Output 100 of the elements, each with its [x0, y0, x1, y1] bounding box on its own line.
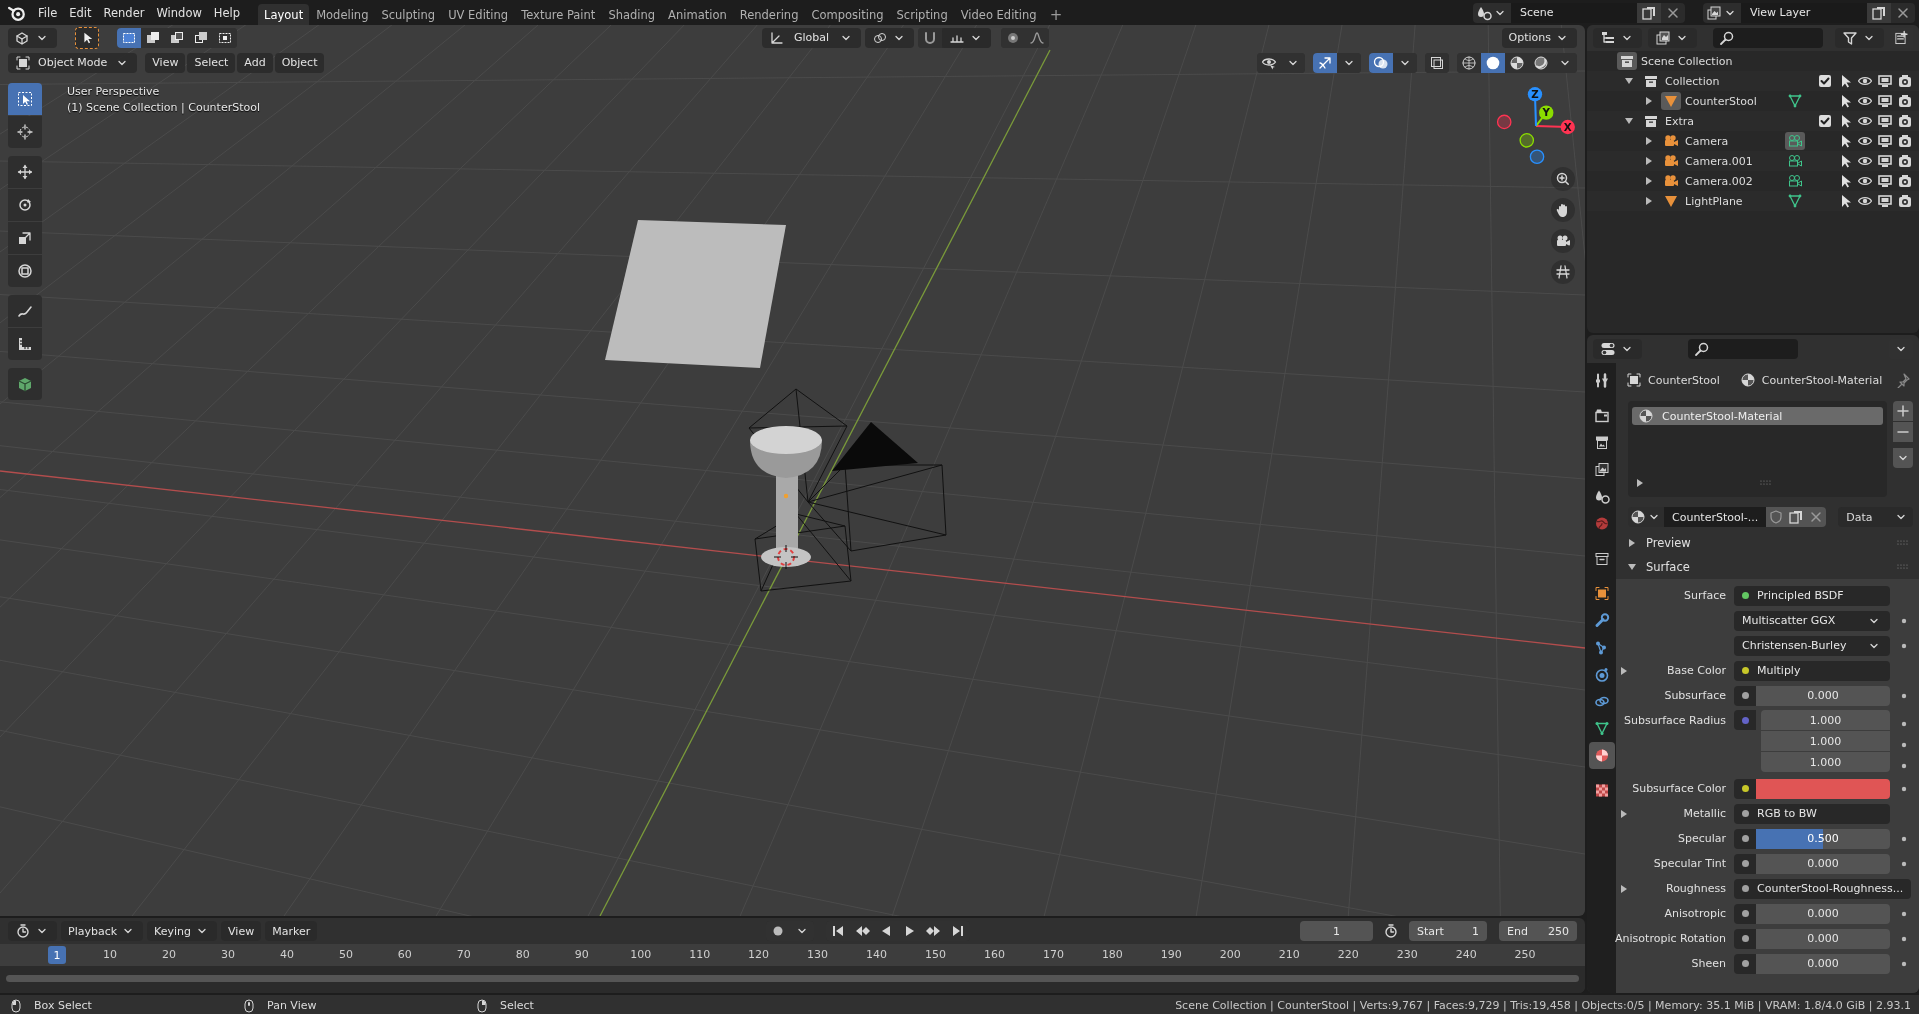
workspace-tab[interactable]: Texture Paint [515, 4, 602, 25]
field-label: Roughness [1666, 882, 1727, 895]
options-dropdown[interactable]: Options [1501, 27, 1577, 48]
outliner-item[interactable]: Camera.001 [1685, 154, 1781, 168]
viewport-info-text: User Perspective [67, 85, 161, 98]
axis-handle[interactable]: Z [1527, 87, 1543, 102]
field-label: Anisotropic Rotation [1615, 932, 1727, 945]
number-field[interactable]: 1.000 [1761, 710, 1890, 730]
menu-dropdown[interactable]: Keying [147, 921, 218, 941]
outliner-item[interactable]: Camera.002 [1685, 174, 1781, 188]
menu-item[interactable]: Select [187, 52, 236, 73]
end-field[interactable]: End 250 [1499, 921, 1577, 941]
workspace-tab[interactable]: Animation [662, 4, 733, 25]
number-field[interactable]: 0.000 [1756, 685, 1890, 706]
outliner-item[interactable]: Extra [1665, 114, 1761, 128]
link-field[interactable]: RGB to BW [1734, 803, 1890, 824]
field-label: Base Color [1667, 664, 1727, 677]
field-label: Surface [1684, 589, 1727, 602]
number-field[interactable]: 0.000 [1756, 928, 1890, 949]
frame-field[interactable]: 1 [1300, 921, 1373, 941]
outliner-item[interactable]: LightPlane [1685, 194, 1781, 208]
field-label: Subsurface [1664, 689, 1727, 702]
number-field[interactable]: 1.000 [1761, 731, 1890, 751]
field-label: Subsurface Radius [1624, 713, 1727, 727]
menu-item[interactable]: File [32, 2, 64, 23]
menu-item[interactable]: Edit [63, 2, 98, 23]
add-tab-button[interactable]: + [1043, 4, 1069, 25]
workspace-tab[interactable]: Video Editing [954, 4, 1043, 25]
outliner-item[interactable]: Scene Collection [1641, 54, 1733, 68]
workspace-tab[interactable]: Sculpting [375, 4, 442, 25]
playhead[interactable]: 1 [48, 946, 66, 964]
frame-label: 230 [1396, 948, 1418, 961]
link-field[interactable]: CounterStool-Roughness... [1734, 878, 1912, 899]
workspace-tab[interactable]: Scripting [890, 4, 954, 25]
menu-dropdown[interactable]: Playback [61, 921, 144, 941]
orientation-dropdown[interactable]: Global [761, 27, 861, 48]
frame-label: 160 [983, 948, 1005, 961]
axis-handle[interactable]: X [1560, 119, 1575, 135]
menu-item[interactable]: Render [97, 2, 151, 23]
number-field[interactable]: 1.000 [1761, 752, 1890, 772]
dropdown[interactable]: Multiscatter GGX [1734, 610, 1890, 631]
mode-dropdown[interactable]: Object Mode [8, 52, 138, 73]
link-dropdown[interactable]: Data [1838, 507, 1913, 527]
frame-label: 190 [1160, 948, 1182, 961]
workspace-tab[interactable]: Compositing [805, 4, 890, 25]
frame-label: 130 [807, 948, 829, 961]
dropdown[interactable]: Christensen-Burley [1734, 635, 1890, 656]
frame-label: 60 [397, 948, 412, 961]
frame-label: 240 [1455, 948, 1477, 961]
hint-text: Select [500, 999, 534, 1012]
frame-label: 40 [279, 948, 294, 961]
frame-label: 80 [515, 948, 530, 961]
frame-label: 200 [1219, 948, 1241, 961]
workspace-tab[interactable]: Layout [258, 4, 310, 25]
workspace-tab[interactable]: Modeling [310, 4, 375, 25]
panel-title[interactable]: Preview [1646, 536, 1691, 550]
panel-title[interactable]: Surface [1646, 560, 1690, 574]
outliner-item[interactable]: CounterStool [1685, 94, 1781, 108]
menu-item[interactable]: Marker [265, 921, 318, 941]
frame-label: 170 [1042, 948, 1064, 961]
frame-label: 50 [338, 948, 353, 961]
frame-label: 120 [748, 948, 770, 961]
menu-item[interactable]: Help [207, 2, 247, 23]
frame-label: 20 [162, 948, 176, 961]
menu-item[interactable]: View [145, 52, 186, 73]
frame-label: 150 [925, 948, 946, 961]
start-field[interactable]: Start 1 [1409, 921, 1487, 941]
frame-label: 180 [1101, 948, 1123, 961]
frame-label: 30 [220, 948, 235, 961]
viewport-info-text: (1) Scene Collection | CounterStool [67, 101, 260, 114]
outliner-item[interactable]: Collection [1665, 74, 1761, 88]
frame-label: 210 [1278, 948, 1300, 961]
link-field[interactable]: Principled BSDF [1734, 585, 1890, 606]
field-label: Anisotropic [1664, 907, 1727, 920]
frame-label: 100 [630, 948, 652, 961]
frame-label: 110 [689, 948, 711, 961]
outliner-item[interactable]: Camera [1685, 134, 1781, 148]
field-label: Specular [1677, 832, 1727, 845]
frame-label: 10 [103, 948, 118, 961]
slider-field[interactable]: 0.500 [1756, 828, 1890, 849]
workspace-tab[interactable]: UV Editing [442, 4, 515, 25]
workspace-tab[interactable]: Rendering [733, 4, 805, 25]
axis-handle[interactable]: Y [1539, 105, 1554, 120]
menu-item[interactable]: Window [150, 2, 208, 23]
menu-item[interactable]: Object [274, 52, 325, 73]
menu-item[interactable]: Add [237, 52, 273, 73]
frame-label: 250 [1514, 948, 1536, 961]
menu-item[interactable]: View [221, 921, 262, 941]
number-field[interactable]: 0.000 [1756, 853, 1890, 874]
frame-label: 140 [866, 948, 888, 961]
breadcrumb-item: CounterStool [1648, 373, 1720, 387]
workspace-tab[interactable]: Shading [602, 4, 662, 25]
material-slot[interactable]: CounterStool-Material [1632, 407, 1883, 425]
frame-label: 90 [574, 948, 589, 961]
field-label: Specular Tint [1653, 857, 1727, 870]
number-field[interactable]: 0.000 [1756, 953, 1890, 974]
number-field[interactable]: 0.000 [1756, 903, 1890, 924]
frame-label: 70 [456, 948, 471, 961]
link-field[interactable]: Multiply [1734, 660, 1890, 681]
material-name-field[interactable]: CounterStool-... [1664, 507, 1767, 527]
